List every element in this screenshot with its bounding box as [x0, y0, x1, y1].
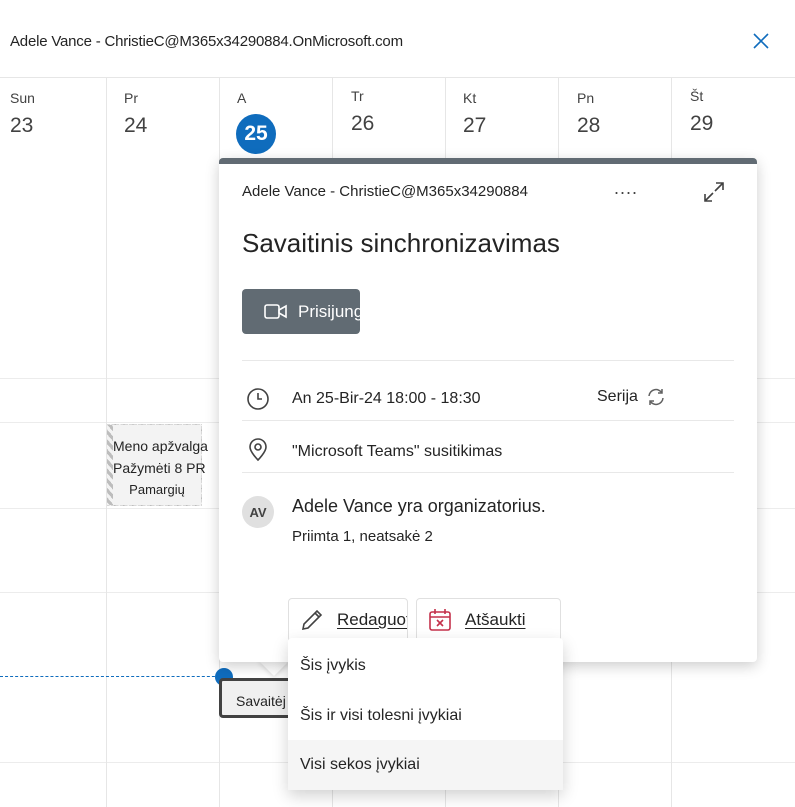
event-title: Savaitinis sinchronizavimas: [242, 228, 560, 258]
event-location: Pamargių: [129, 482, 185, 497]
day-header: Tr 26: [351, 88, 374, 136]
menu-item-label: Šis įvykis: [300, 657, 366, 674]
edit-button[interactable]: Redaguoti: [288, 598, 408, 642]
close-button[interactable]: [748, 28, 774, 54]
event-time: An 25-Bir-24 18:00 - 18:30: [292, 390, 481, 407]
clock-icon: [247, 388, 269, 410]
window-title: Adele Vance - ChristieC@M365x34290884.On…: [10, 33, 403, 50]
day-name: A: [237, 90, 247, 106]
day-name: Kt: [463, 90, 477, 106]
day-number[interactable]: 28: [577, 114, 600, 138]
join-button[interactable]: Prisijungti: [242, 289, 360, 334]
day-header: A: [237, 90, 246, 106]
day-header: Št 29: [690, 88, 713, 136]
expand-button[interactable]: [702, 180, 726, 204]
event-peek-card: Adele Vance - ChristieC@M365x34290884 ..…: [219, 158, 757, 662]
cancel-label: Atšaukti: [465, 610, 526, 629]
menu-item-this-event[interactable]: Šis įvykis: [288, 641, 563, 691]
video-camera-icon: [264, 303, 287, 319]
cancel-button[interactable]: Atšaukti: [416, 598, 561, 642]
menu-item-all-events[interactable]: Visi sekos įvykiai: [288, 740, 563, 790]
edit-label: Redaguoti: [337, 610, 408, 629]
day-number[interactable]: 29: [690, 112, 713, 136]
divider: [242, 420, 734, 421]
day-number[interactable]: 23: [10, 114, 35, 138]
more-options-button[interactable]: ....: [614, 178, 638, 199]
expand-icon: [704, 182, 724, 202]
current-time-line: [0, 676, 225, 677]
day-header: Pn 28: [577, 90, 600, 138]
day-name: Sun: [10, 90, 35, 106]
event-location: "Microsoft Teams" susitikimas: [292, 443, 503, 460]
organizer-text: Adele Vance yra organizatorius.: [292, 496, 546, 516]
close-icon: [753, 33, 769, 49]
calendar-owner: Adele Vance - ChristieC@M365x34290884: [242, 183, 528, 200]
day-number[interactable]: 24: [124, 114, 147, 138]
event-subtitle: Pažymėti 8 PR: [113, 460, 206, 476]
day-name: Št: [690, 88, 704, 104]
pencil-icon: [301, 609, 323, 631]
day-column-sun[interactable]: Sun 23: [0, 78, 106, 807]
menu-item-label: Šis ir visi tolesni įvykiai: [300, 707, 462, 724]
divider: [242, 472, 734, 473]
response-summary[interactable]: Priimta 1, neatsakė 2: [292, 528, 433, 545]
popup-beak: [258, 660, 290, 676]
today-indicator[interactable]: 25: [236, 114, 276, 154]
divider: [242, 360, 734, 361]
calendar-cancel-icon: [429, 609, 451, 631]
series-link[interactable]: Serija: [597, 387, 666, 407]
event-title: Meno apžvalga: [113, 438, 208, 454]
event-title: Savaitėj: [236, 693, 286, 709]
day-name: Tr: [351, 88, 364, 104]
calendar-event-meno[interactable]: Meno apžvalga Pažymėti 8 PR Pamargių: [107, 424, 208, 506]
window-header: Adele Vance - ChristieC@M365x34290884.On…: [0, 0, 795, 78]
location-icon: [249, 438, 267, 462]
menu-item-label: Visi sekos įvykiai: [300, 756, 420, 773]
recurrence-icon: [648, 388, 664, 406]
day-header: Kt 27: [463, 90, 486, 138]
edit-options-menu: Šis įvykis Šis ir visi tolesni įvykiai V…: [288, 638, 563, 790]
day-number[interactable]: 26: [351, 112, 374, 136]
series-label: Serija: [597, 388, 638, 405]
day-header: Pr 24: [124, 90, 147, 138]
day-name: Pn: [577, 90, 595, 106]
day-header: Sun 23: [10, 90, 35, 138]
day-name: Pr: [124, 90, 138, 106]
day-number[interactable]: 27: [463, 114, 486, 138]
menu-item-this-and-following[interactable]: Šis ir visi tolesni įvykiai: [288, 691, 563, 741]
avatar: AV: [242, 496, 274, 528]
join-label: Prisijungti: [298, 301, 360, 321]
